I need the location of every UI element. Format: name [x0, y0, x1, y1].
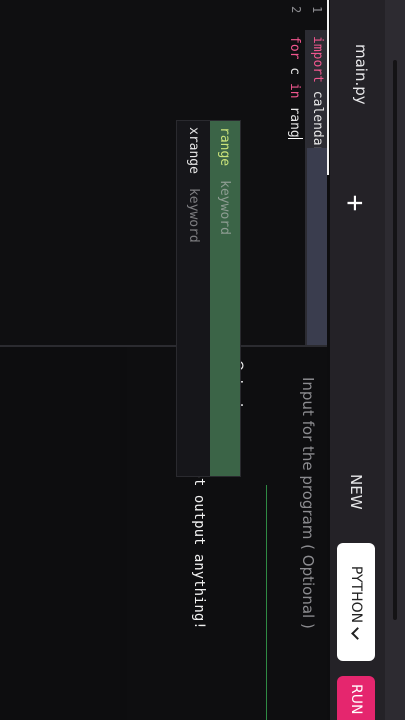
- run-button[interactable]: RUN: [337, 676, 375, 720]
- text-caret: [288, 137, 303, 139]
- status-strip: [393, 60, 397, 620]
- code-editor[interactable]: 1 2 import calendar as cal for c in rang: [0, 0, 327, 345]
- language-select[interactable]: PYTHON: [337, 543, 375, 661]
- language-label: PYTHON: [348, 565, 364, 624]
- active-tab-indicator: [327, 0, 329, 175]
- tab-main-py[interactable]: main.py: [352, 44, 370, 105]
- chevron-down-icon: [351, 627, 365, 640]
- add-file-button[interactable]: +: [338, 188, 371, 218]
- line-number: 2: [289, 6, 303, 14]
- suggestion-kind: keyword: [186, 187, 202, 243]
- line-gutter: 1 2: [0, 0, 327, 30]
- rotated-ide: main.py + NEW PYTHON RUN 1 2 import cale…: [0, 0, 405, 720]
- new-button[interactable]: NEW: [347, 474, 365, 510]
- autocomplete-popup: range keyword xrange keyword: [176, 120, 241, 477]
- suggestion-name: xrange: [186, 127, 202, 174]
- suggestion-kind: keyword: [217, 180, 233, 235]
- autocomplete-item[interactable]: range keyword: [210, 121, 240, 476]
- code-token: in: [287, 82, 302, 99]
- line-number: 1: [310, 6, 324, 14]
- code-token: import: [310, 36, 325, 83]
- focus-line: [266, 485, 267, 720]
- input-placeholder: Input for the program ( Optional ): [299, 377, 317, 629]
- suggestion-name: range: [217, 127, 233, 167]
- autocomplete-item[interactable]: xrange keyword: [179, 121, 209, 476]
- screen: main.py + NEW PYTHON RUN 1 2 import cale…: [0, 0, 405, 720]
- code-token: c: [287, 59, 302, 83]
- code-token: rang: [287, 98, 302, 138]
- code-token: for: [287, 36, 302, 60]
- top-toolbar: main.py + NEW PYTHON RUN: [330, 0, 405, 720]
- code-line-2[interactable]: for c in rang: [287, 36, 303, 139]
- suggestion-anchor-highlight: [307, 148, 327, 345]
